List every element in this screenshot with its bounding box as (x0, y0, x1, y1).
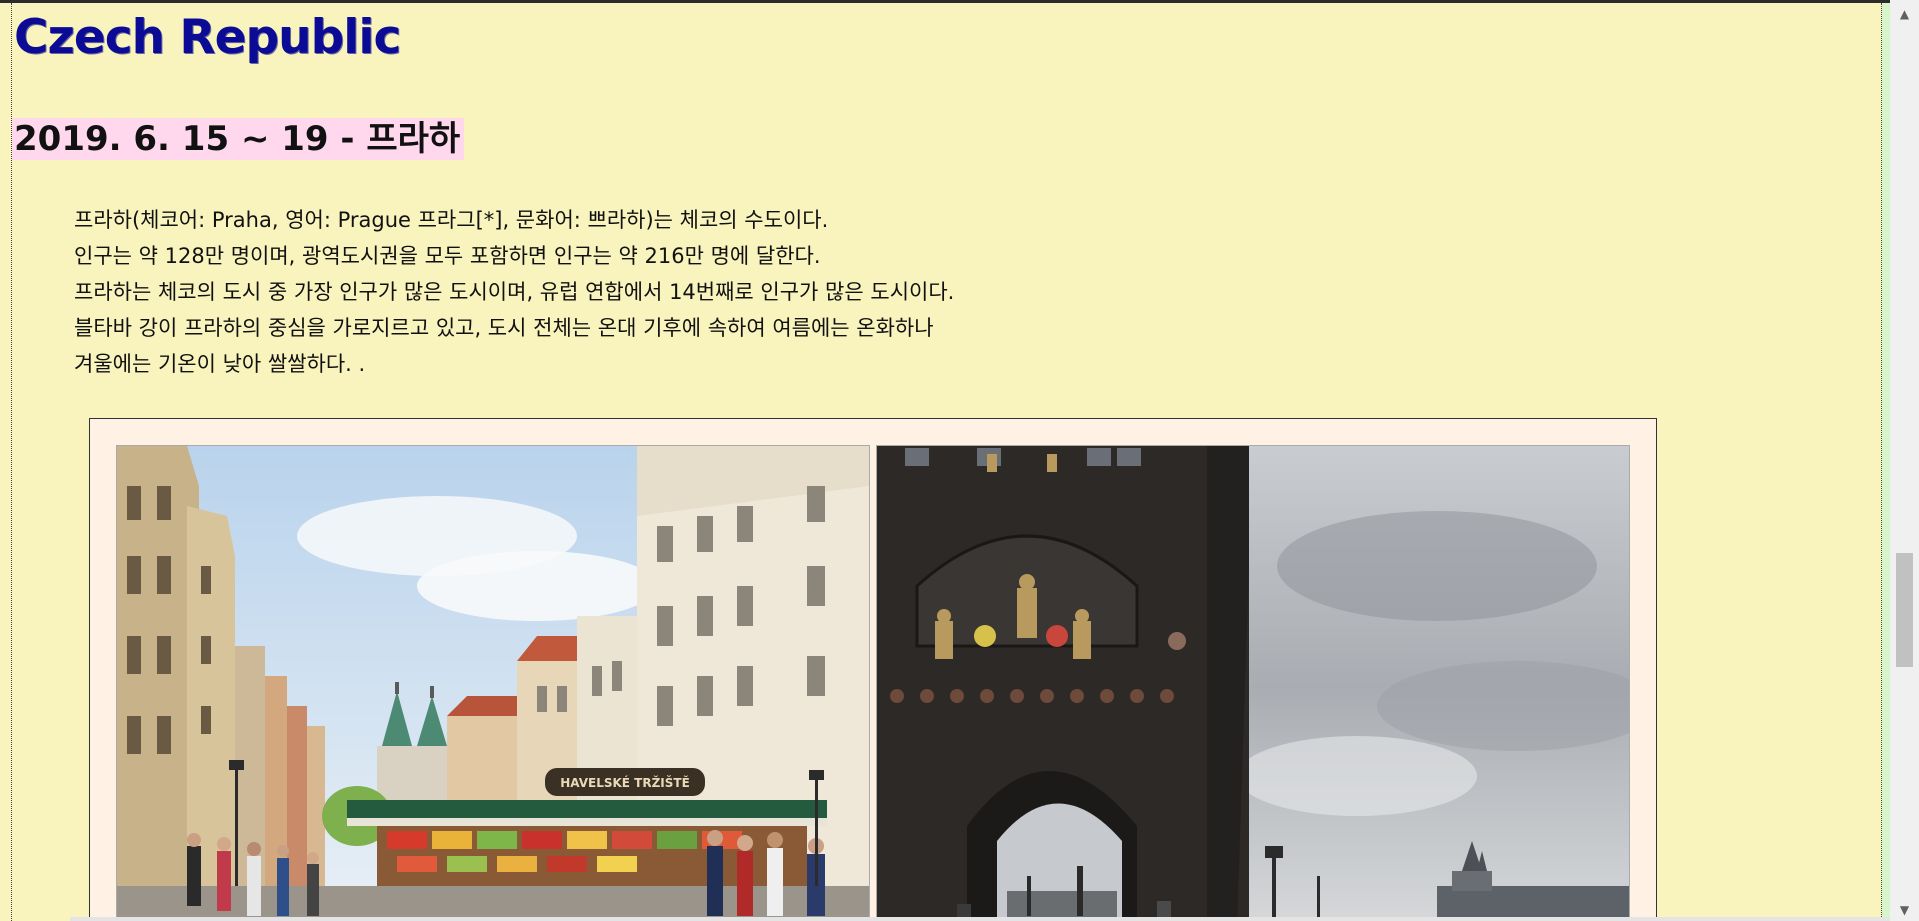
photo-gallery: HAVELSKÉ TRŽIŠTĚ (89, 418, 1657, 921)
bridge-tower-photo[interactable] (876, 445, 1630, 921)
description-line: 프라하는 체코의 도시 중 가장 인구가 많은 도시이며, 유럽 연합에서 14… (74, 280, 955, 304)
description-line: 블타바 강이 프라하의 중심을 가로지르고 있고, 도시 전체는 온대 기후에 … (74, 316, 934, 340)
page: Czech Republic 2019. 6. 15 ~ 19 - 프라하 프라… (0, 0, 1919, 921)
scrollbar-thumb[interactable] (1896, 553, 1913, 667)
vertical-scrollbar[interactable]: ▲ ▼ (1890, 0, 1919, 921)
scroll-up-arrow-icon[interactable]: ▲ (1890, 3, 1919, 25)
description-line: 프라하(체코어: Praha, 영어: Prague 프라그[*], 문화어: … (74, 208, 829, 232)
havelske-market-photo[interactable]: HAVELSKÉ TRŽIŠTĚ (116, 445, 870, 921)
prague-description: 프라하(체코어: Praha, 영어: Prague 프라그[*], 문화어: … (74, 202, 1224, 382)
description-line: 겨울에는 기온이 낮아 쌀쌀하다. . (74, 352, 366, 376)
description-line: 인구는 약 128만 명이며, 광역도시권을 모두 포함하면 인구는 약 216… (74, 244, 821, 268)
window-top-border (0, 0, 1919, 3)
scroll-down-arrow-icon[interactable]: ▼ (1890, 899, 1919, 921)
country-title: Czech Republic (14, 10, 401, 65)
trip-date-heading: 2019. 6. 15 ~ 19 - 프라하 (12, 118, 465, 160)
bottom-edge (70, 917, 1890, 921)
market-sign-text: HAVELSKÉ TRŽIŠTĚ (560, 775, 690, 790)
right-margin-strip (1882, 3, 1890, 921)
